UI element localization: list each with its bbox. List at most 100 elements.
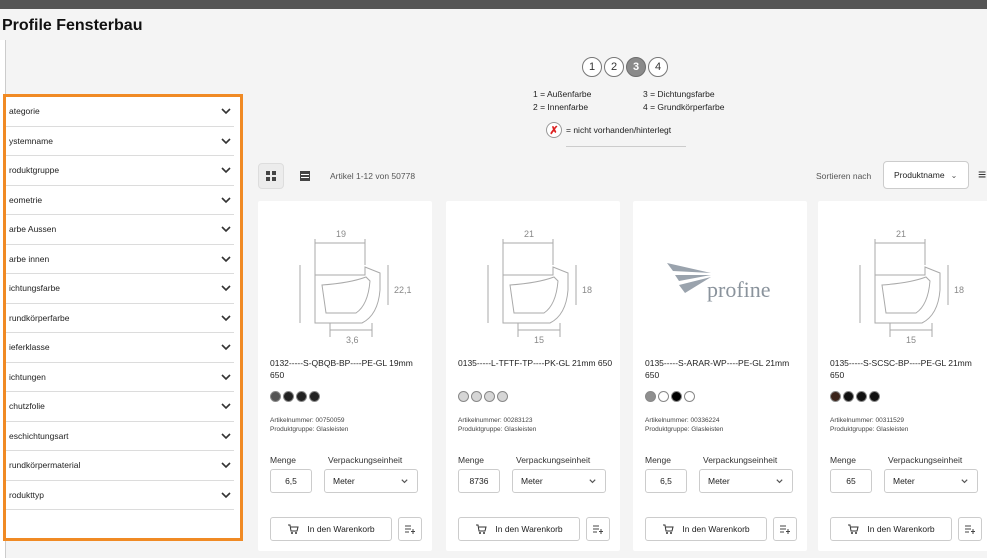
profile-drawing: 19 22,1 3,6 — [299, 229, 412, 345]
product-card[interactable]: 21 18 15 0135-----L-TFTF-TP----PK-GL 21mm 6… — [446, 201, 620, 551]
dimension-label: 21 — [896, 229, 906, 239]
dimension-label: 19 — [336, 229, 346, 239]
add-to-list-button[interactable] — [958, 517, 982, 541]
filter-label: roduktgruppe — [9, 165, 60, 176]
product-image[interactable]: 21 18 15 — [830, 215, 980, 345]
profine-logo: profine — [667, 263, 771, 302]
product-name[interactable]: 0135-----S-ARAR-WP----PE-GL 21mm 650 — [645, 357, 800, 381]
product-group: Produktgruppe: Glasleisten — [830, 426, 909, 433]
filter-item[interactable]: arbe Aussen — [6, 215, 234, 245]
filter-item[interactable]: eschichtungsart — [6, 422, 234, 451]
add-to-cart-label: In den Warenkorb — [495, 524, 563, 534]
sort-label: Sortieren nach — [816, 171, 872, 181]
chevron-down-icon — [961, 478, 968, 483]
filter-item[interactable]: chutzfolie — [6, 392, 234, 422]
list-view-button[interactable] — [292, 163, 318, 189]
product-card[interactable]: 21 18 15 0135-----S-SCSC-BP----PE-GL 21mm 6… — [818, 201, 987, 551]
step-1[interactable]: 1 — [582, 57, 602, 77]
legend-item: 3 = Dichtungsfarbe — [643, 89, 715, 99]
article-count: Artikel 1-12 von 50778 — [330, 171, 416, 181]
svg-text:profine: profine — [707, 277, 771, 302]
list-add-icon — [405, 525, 415, 534]
filter-label: rundkörpermaterial — [9, 460, 81, 471]
add-to-cart-button[interactable]: In den Warenkorb — [270, 517, 392, 541]
filter-item[interactable]: ichtungen — [6, 363, 234, 392]
filter-item[interactable]: ystemname — [6, 127, 234, 156]
filter-item[interactable]: rundkörpermaterial — [6, 451, 234, 481]
filter-item[interactable]: ichtungsfarbe — [6, 274, 234, 304]
step-3[interactable]: 3 — [626, 57, 646, 77]
product-name[interactable]: 0132-----S-QBQB-BP----PE-GL 19mm 650 — [270, 357, 425, 381]
color-swatch — [458, 391, 469, 402]
filter-item[interactable]: ategorie — [6, 97, 234, 127]
filter-item[interactable]: rundkörperfarbe — [6, 304, 234, 333]
quantity-input[interactable]: 8736 — [458, 469, 500, 493]
add-to-cart-button[interactable]: In den Warenkorb — [830, 517, 952, 541]
product-image[interactable]: profine — [645, 215, 795, 345]
unit-select[interactable]: Meter — [884, 469, 978, 493]
color-swatches — [458, 391, 508, 402]
filter-item[interactable]: arbe innen — [6, 245, 234, 274]
dimension-label: 21 — [524, 229, 534, 239]
filter-item[interactable]: eometrie — [6, 186, 234, 215]
product-card[interactable]: 19 22,1 3,6 0132-----S-QBQB-BP----PE-GL 19m… — [258, 201, 432, 551]
chevron-down-icon — [221, 197, 231, 203]
add-to-list-button[interactable] — [398, 517, 422, 541]
grid-view-button[interactable] — [258, 163, 284, 189]
add-to-list-button[interactable] — [773, 517, 797, 541]
unit-label: Verpackungseinheit — [516, 455, 591, 465]
article-number: Artikelnummer: 00283123 — [458, 417, 533, 424]
top-strip — [0, 0, 987, 9]
filter-sidebar: ategorie ystemname roduktgruppe eometrie arb… — [3, 94, 243, 541]
quantity-label: Menge — [458, 455, 484, 465]
quantity-input[interactable]: 6,5 — [645, 469, 687, 493]
list-add-icon — [965, 525, 975, 534]
product-card[interactable]: profine 0135-----S-ARAR-WP----PE-GL 21mm … — [633, 201, 807, 551]
chevron-down-icon — [221, 433, 231, 439]
quantity-input[interactable]: 6,5 — [270, 469, 312, 493]
add-to-cart-button[interactable]: In den Warenkorb — [645, 517, 767, 541]
list-icon — [300, 171, 310, 181]
unit-select[interactable]: Meter — [324, 469, 418, 493]
chevron-down-icon — [589, 478, 596, 483]
unit-select-value: Meter — [893, 476, 915, 486]
legend-not-available: ✗ = nicht vorhanden/hinterlegt — [546, 122, 671, 138]
product-meta: Artikelnummer: 00283123 Produktgruppe: Gl… — [458, 416, 536, 434]
filter-item[interactable]: roduktgruppe — [6, 156, 234, 186]
grid-icon — [266, 171, 276, 181]
add-to-list-button[interactable] — [586, 517, 610, 541]
product-meta: Artikelnummer: 00750059 Produktgruppe: Gl… — [270, 416, 348, 434]
dimension-label: 3,6 — [346, 335, 359, 345]
quantity-label: Menge — [270, 455, 296, 465]
sort-order-icon[interactable]: ≡ — [978, 166, 986, 182]
color-swatch — [484, 391, 495, 402]
product-name[interactable]: 0135-----L-TFTF-TP----PK-GL 21mm 650 — [458, 357, 613, 369]
cart-icon — [848, 524, 860, 534]
filter-label: arbe innen — [9, 253, 50, 264]
product-name[interactable]: 0135-----S-SCSC-BP----PE-GL 21mm 650 — [830, 357, 985, 381]
quantity-input[interactable]: 65 — [830, 469, 872, 493]
filter-item[interactable]: rodukttyp — [6, 481, 234, 510]
filter-item[interactable]: ieferklasse — [6, 333, 234, 363]
add-to-cart-button[interactable]: In den Warenkorb — [458, 517, 580, 541]
chevron-down-icon — [221, 285, 231, 292]
step-4[interactable]: 4 — [648, 57, 668, 77]
add-to-cart-label: In den Warenkorb — [307, 524, 375, 534]
chevron-down-icon — [221, 138, 231, 144]
chevron-down-icon — [221, 462, 231, 469]
product-image[interactable]: 19 22,1 3,6 — [270, 215, 420, 345]
sort-select[interactable]: Produktname ⌄ — [883, 161, 969, 189]
list-add-icon — [593, 525, 603, 534]
dimension-label: 22,1 — [394, 285, 412, 295]
unit-select[interactable]: Meter — [512, 469, 606, 493]
product-image[interactable]: 21 18 15 — [458, 215, 608, 345]
chevron-down-icon — [221, 108, 231, 115]
color-swatch — [270, 391, 281, 402]
color-swatch — [830, 391, 841, 402]
color-swatch — [658, 391, 669, 402]
divider — [566, 146, 686, 147]
unit-select[interactable]: Meter — [699, 469, 793, 493]
unit-label: Verpackungseinheit — [328, 455, 403, 465]
step-2[interactable]: 2 — [604, 57, 624, 77]
color-swatch — [283, 391, 294, 402]
